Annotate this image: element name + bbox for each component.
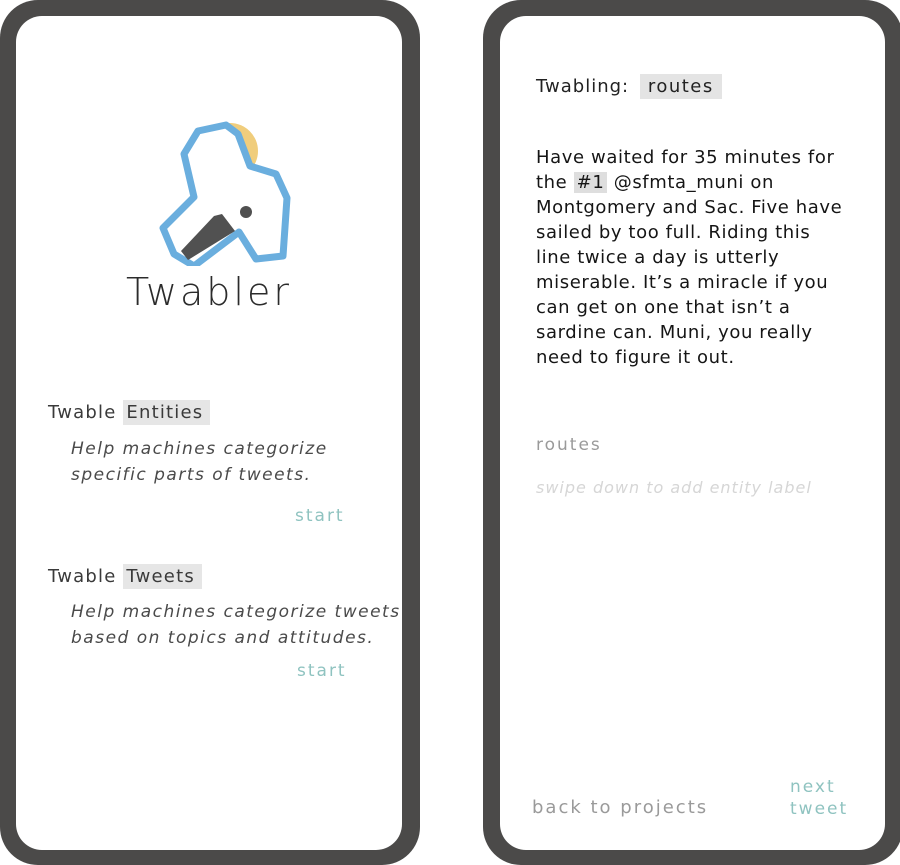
labeling-phone-frame: Twabling: routes Have waited for 35 minu… — [483, 0, 900, 865]
tweets-description: Help machines categorize tweets based on… — [71, 599, 401, 651]
tweet-text-after: @sfmta_muni on Montgomery and Sac. Five … — [536, 172, 843, 368]
swipe-hint: swipe down to add entity label — [536, 478, 812, 497]
tweets-title-prefix: Twable — [48, 566, 117, 587]
app-name-title: Twabler — [126, 270, 292, 314]
start-tweets-button[interactable]: start — [297, 661, 347, 681]
twabling-title: Twabling: — [536, 76, 630, 97]
entities-description-line2: specific parts of tweets. — [71, 465, 312, 485]
labeling-screen: Twabling: routes Have waited for 35 minu… — [500, 16, 885, 850]
entities-section-title: Twable Entities — [48, 400, 211, 425]
tweets-section-title: Twable Tweets — [48, 564, 202, 589]
tweet-text: Have waited for 35 minutes for the #1 @s… — [536, 145, 851, 370]
home-phone-frame: Twabler Twable Entities Help machines ca… — [0, 0, 420, 865]
tweets-description-line2: based on topics and attitudes. — [71, 628, 375, 648]
entities-title-highlight: Entities — [123, 400, 211, 425]
twabling-header: Twabling: routes — [536, 74, 722, 99]
tweets-title-highlight: Tweets — [123, 564, 202, 589]
current-tag-badge: routes — [639, 74, 722, 99]
twabler-logo-icon — [126, 106, 296, 270]
entities-description-line1: Help machines categorize — [71, 439, 328, 459]
logo-eye-shape — [240, 206, 252, 218]
start-entities-button[interactable]: start — [295, 506, 345, 526]
home-screen: Twabler Twable Entities Help machines ca… — [16, 16, 402, 850]
logo-body-shape — [159, 121, 291, 270]
next-tweet-button[interactable]: next tweet — [790, 776, 848, 820]
entities-title-prefix: Twable — [48, 402, 117, 423]
next-tweet-label-line1: next — [790, 777, 836, 797]
entity-label-value: routes — [536, 435, 602, 455]
entities-description: Help machines categorize specific parts … — [71, 436, 328, 488]
back-to-projects-button[interactable]: back to projects — [532, 797, 708, 818]
tweet-hashtag-token[interactable]: #1 — [573, 172, 608, 193]
tweets-description-line1: Help machines categorize tweets — [71, 602, 401, 622]
next-tweet-label-line2: tweet — [790, 799, 849, 819]
